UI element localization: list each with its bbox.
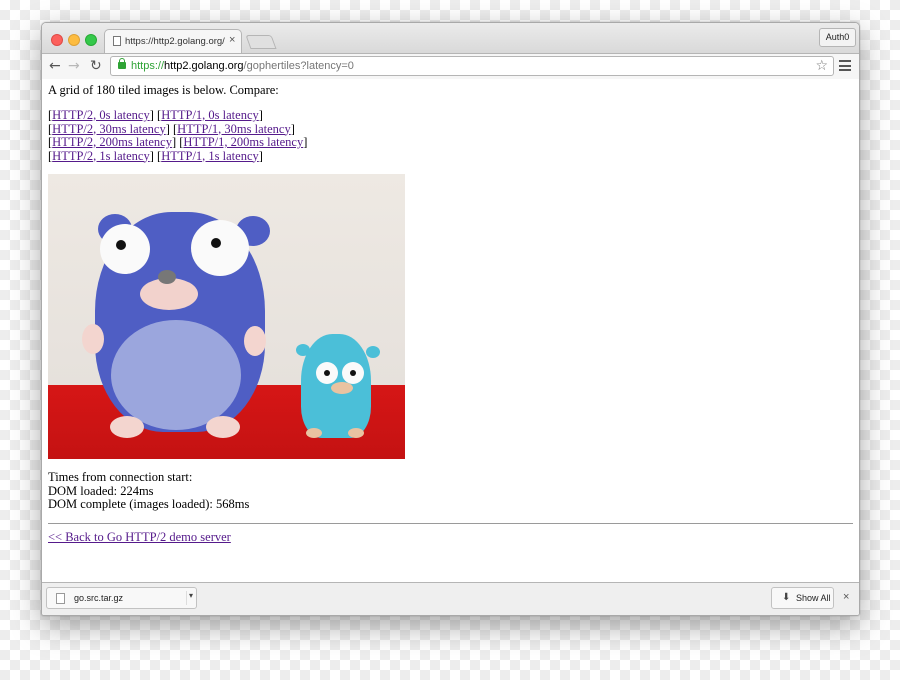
gopher-eye bbox=[191, 220, 249, 276]
url-path: /gophertiles?latency=0 bbox=[243, 60, 354, 72]
active-tab[interactable]: https://http2.golang.org/go × bbox=[104, 29, 242, 53]
timing-info: Times from connection start: DOM loaded:… bbox=[48, 470, 250, 512]
new-tab-button[interactable] bbox=[245, 35, 277, 49]
navigation-toolbar: ← → ↻ https://http2.golang.org/gophertil… bbox=[42, 53, 859, 80]
bracket: ] bbox=[165, 121, 170, 136]
title-bar: https://http2.golang.org/go × Auth0 bbox=[42, 23, 859, 53]
tab-title: https://http2.golang.org/go bbox=[125, 36, 225, 47]
gopher-belly bbox=[111, 320, 241, 430]
latency-row: [HTTP/2, 1s latency] [HTTP/1, 1s latency… bbox=[48, 148, 307, 164]
page-icon bbox=[113, 36, 121, 46]
link-http1-1s[interactable]: HTTP/1, 1s latency bbox=[161, 149, 259, 163]
page-content: A grid of 180 tiled images is below. Com… bbox=[42, 79, 859, 582]
address-bar[interactable]: https://http2.golang.org/gophertiles?lat… bbox=[110, 56, 834, 76]
profile-button[interactable]: Auth0 bbox=[819, 28, 856, 47]
bracket: ] bbox=[258, 108, 263, 122]
url-scheme: https:// bbox=[131, 60, 165, 72]
horizontal-rule bbox=[48, 523, 853, 524]
dom-loaded-time: DOM loaded: 224ms bbox=[48, 483, 154, 498]
timing-heading: Times from connection start: bbox=[48, 470, 193, 484]
download-icon: ⬇ bbox=[782, 592, 791, 603]
link-http2-0s[interactable]: HTTP/2, 0s latency bbox=[52, 108, 150, 122]
gopher-nose bbox=[158, 270, 176, 284]
latency-row: [HTTP/2, 30ms latency] [HTTP/1, 30ms lat… bbox=[48, 121, 307, 137]
close-icon[interactable]: × bbox=[843, 591, 849, 603]
close-window-button[interactable] bbox=[51, 34, 63, 46]
back-arrow-icon[interactable]: ← bbox=[49, 57, 61, 75]
gopher-tiles-image bbox=[48, 174, 405, 459]
latency-row: [HTTP/2, 200ms latency] [HTTP/1, 200ms l… bbox=[48, 135, 308, 150]
bracket: ] bbox=[149, 148, 154, 163]
gopher-foot bbox=[306, 428, 322, 438]
downloads-bar: go.src.tar.gz ▾ ⬇ Show All × bbox=[42, 582, 859, 615]
download-filename: go.src.tar.gz bbox=[74, 593, 124, 603]
latency-row: [HTTP/2, 0s latency] [HTTP/1, 0s latency… bbox=[48, 108, 307, 123]
bracket: ] bbox=[149, 108, 154, 122]
bracket: ] bbox=[258, 148, 263, 163]
link-http1-200ms[interactable]: HTTP/1, 200ms latency bbox=[183, 135, 303, 149]
gopher-paw bbox=[244, 326, 266, 356]
zoom-window-button[interactable] bbox=[85, 34, 97, 46]
gopher-foot bbox=[110, 416, 144, 438]
file-icon bbox=[56, 593, 65, 604]
link-http1-30ms[interactable]: HTTP/1, 30ms latency bbox=[177, 122, 291, 136]
url-host: http2.golang.org bbox=[164, 60, 244, 72]
gopher-foot bbox=[348, 428, 364, 438]
browser-window: https://http2.golang.org/go × Auth0 ← → … bbox=[41, 22, 860, 616]
gopher-ear bbox=[366, 346, 380, 358]
link-http2-200ms[interactable]: HTTP/2, 200ms latency bbox=[52, 135, 172, 149]
gopher-eye bbox=[342, 362, 364, 384]
show-all-label: Show All bbox=[796, 593, 831, 603]
url-text[interactable]: https://http2.golang.org/gophertiles?lat… bbox=[131, 57, 354, 75]
tab-close-icon[interactable]: × bbox=[229, 34, 235, 46]
minimize-window-button[interactable] bbox=[68, 34, 80, 46]
intro-text: A grid of 180 tiled images is below. Com… bbox=[48, 83, 279, 97]
bookmark-star-icon[interactable]: ☆ bbox=[815, 57, 828, 75]
link-http2-30ms[interactable]: HTTP/2, 30ms latency bbox=[52, 122, 166, 136]
reload-icon[interactable]: ↻ bbox=[90, 57, 102, 75]
bracket: ] bbox=[171, 135, 177, 149]
dom-complete-time: DOM complete (images loaded): 568ms bbox=[48, 497, 250, 511]
gopher-paw bbox=[82, 324, 104, 354]
bracket: ] bbox=[303, 135, 308, 149]
lock-icon bbox=[118, 58, 126, 69]
gopher-foot bbox=[206, 416, 240, 438]
show-all-button[interactable]: ⬇ Show All bbox=[771, 587, 834, 609]
back-to-demo-link[interactable]: << Back to Go HTTP/2 demo server bbox=[48, 530, 231, 545]
gopher-snout bbox=[331, 382, 353, 394]
bracket: ] bbox=[290, 121, 295, 136]
hamburger-menu-icon[interactable] bbox=[839, 60, 851, 71]
link-http2-1s[interactable]: HTTP/2, 1s latency bbox=[52, 149, 150, 163]
divider bbox=[186, 591, 187, 605]
chevron-down-icon[interactable]: ▾ bbox=[189, 591, 193, 600]
gopher-eye bbox=[316, 362, 338, 384]
latency-links: [HTTP/2, 0s latency] [HTTP/1, 0s latency… bbox=[48, 108, 308, 164]
link-http1-0s[interactable]: HTTP/1, 0s latency bbox=[161, 108, 259, 122]
forward-arrow-icon[interactable]: → bbox=[68, 57, 80, 75]
gopher-eye bbox=[100, 224, 150, 274]
download-item[interactable]: go.src.tar.gz ▾ bbox=[46, 587, 197, 609]
